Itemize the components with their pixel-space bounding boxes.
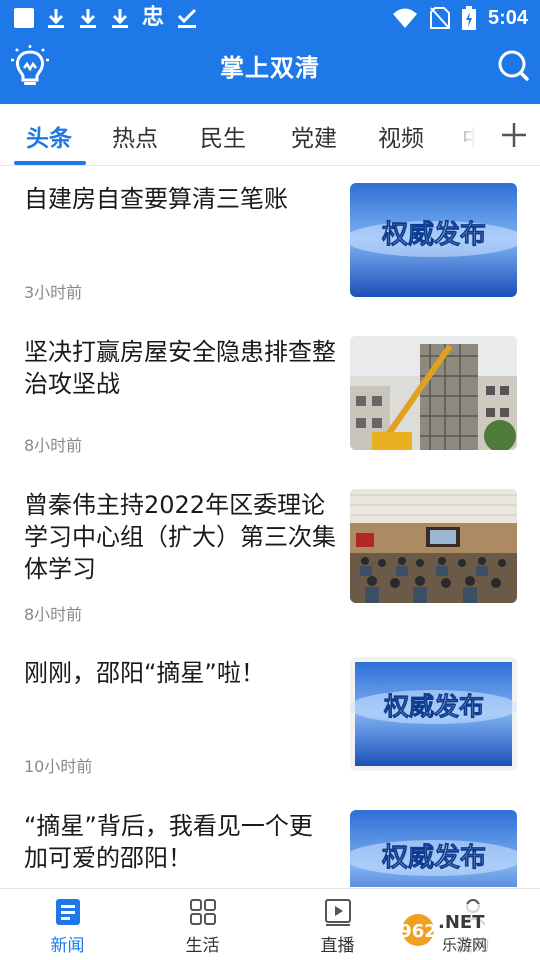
- news-time: 8小时前: [24, 605, 83, 624]
- wifi-icon: [392, 8, 417, 28]
- svg-text:962: 962: [399, 921, 437, 942]
- notification-glyph: 忠: [142, 5, 165, 30]
- news-headline[interactable]: 刚刚，邵阳“摘星”啦！: [24, 657, 336, 689]
- nav-news[interactable]: 新闻: [0, 889, 135, 960]
- app-title: 掌上双清: [220, 53, 320, 82]
- svg-text:.NET: .NET: [438, 912, 485, 933]
- nav-label: 新闻: [50, 936, 85, 956]
- status-time: 5:04: [487, 7, 528, 29]
- add-tab-button[interactable]: [476, 106, 540, 164]
- authority-release-thumbnail[interactable]: 权威发布: [350, 657, 517, 771]
- tab-headlines[interactable]: 头条: [26, 119, 72, 153]
- grid-icon: [190, 899, 216, 925]
- authority-release-thumbnail[interactable]: 权威发布: [350, 183, 517, 297]
- search-icon[interactable]: [496, 48, 530, 82]
- notification-square-icon: [14, 8, 34, 28]
- news-time: 10小时前: [24, 757, 93, 776]
- news-item[interactable]: 坚决打赢房屋安全隐患排查整治攻坚战 8小时前: [0, 336, 540, 476]
- battery-icon: [461, 6, 476, 30]
- plus-icon: [502, 123, 526, 147]
- svg-text:权威发布: 权威发布: [381, 219, 486, 250]
- svg-text:权威发布: 权威发布: [383, 692, 484, 721]
- tab-video[interactable]: 视频: [378, 119, 424, 153]
- tab-livelihood[interactable]: 民生: [200, 119, 246, 153]
- news-headline[interactable]: 曾秦伟主持2022年区委理论学习中心组（扩大）第三次集体学习: [24, 489, 336, 585]
- news-headline[interactable]: 坚决打赢房屋安全隐患排查整治攻坚战: [24, 336, 336, 400]
- news-headline[interactable]: “摘星”背后，我看见一个更加可爱的邵阳！: [24, 810, 336, 874]
- tabs-fade: [440, 104, 476, 164]
- top-bar: 忠 5:04 掌上双清: [0, 0, 540, 104]
- site-watermark-logo: 962 .NET 乐游网: [398, 904, 536, 956]
- conference-hall-photo[interactable]: [350, 489, 517, 603]
- svg-text:权威发布: 权威发布: [381, 842, 486, 873]
- download-icon: [112, 9, 128, 28]
- nav-label: 生活: [185, 936, 220, 956]
- nav-label: 直播: [320, 936, 355, 956]
- news-icon: [56, 899, 80, 925]
- authority-release-thumbnail[interactable]: 权威发布: [350, 810, 517, 887]
- news-headline[interactable]: 自建房自查要算清三笔账: [24, 183, 336, 215]
- news-item[interactable]: 自建房自查要算清三笔账 3小时前 权威发布: [0, 183, 540, 323]
- category-tabs: 头条 热点 民生 党建 视频 中: [0, 104, 540, 166]
- news-item[interactable]: 曾秦伟主持2022年区委理论学习中心组（扩大）第三次集体学习 8小时前: [0, 489, 540, 649]
- tab-hot[interactable]: 热点: [112, 119, 158, 153]
- nav-life[interactable]: 生活: [135, 889, 270, 960]
- no-sim-icon: [429, 7, 450, 29]
- play-icon: [325, 899, 351, 926]
- download-icon: [80, 9, 96, 28]
- nav-live[interactable]: 直播: [270, 889, 405, 960]
- check-tray-icon: [177, 8, 197, 28]
- active-tab-indicator: [14, 161, 86, 165]
- tab-party[interactable]: 党建: [291, 119, 337, 153]
- download-icon: [48, 9, 64, 28]
- news-list: 自建房自查要算清三笔账 3小时前 权威发布 坚决打赢房屋安全隐患排查整治攻坚战 …: [0, 167, 540, 887]
- status-bar: 忠 5:04: [0, 0, 540, 36]
- news-item[interactable]: “摘星”背后，我看见一个更加可爱的邵阳！ 权威发布: [0, 810, 540, 887]
- news-time: 8小时前: [24, 436, 83, 455]
- app-bar: 掌上双清: [0, 38, 540, 100]
- news-time: 3小时前: [24, 283, 83, 302]
- svg-text:乐游网: 乐游网: [442, 936, 487, 954]
- building-scaffold-photo[interactable]: [350, 336, 517, 450]
- news-item[interactable]: 刚刚，邵阳“摘星”啦！ 10小时前 权威发布: [0, 657, 540, 797]
